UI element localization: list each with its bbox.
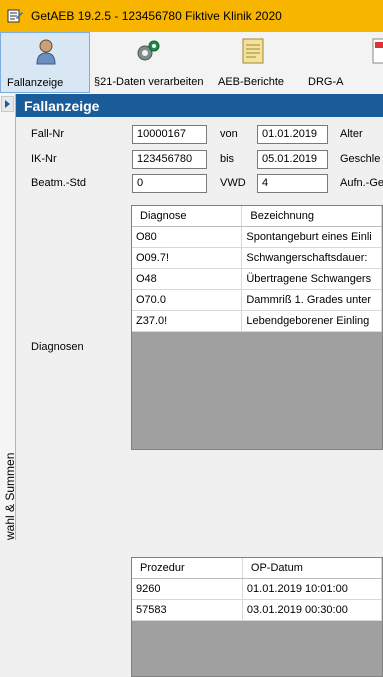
auswahl-summen-label: wahl & Summen <box>3 452 17 540</box>
prozeduren-table: Prozedur OP-Datum 9260 01.01.2019 10:01:… <box>132 558 382 621</box>
aufn-label: Aufn.-Ge <box>340 177 383 189</box>
prozeduren-grid[interactable]: Prozedur OP-Datum 9260 01.01.2019 10:01:… <box>131 557 383 677</box>
op-datum-column-header[interactable]: OP-Datum <box>242 558 382 579</box>
user-icon <box>36 39 56 65</box>
prozedur-column-header[interactable]: Prozedur <box>132 558 243 579</box>
ik-nr-field[interactable]: 123456780 <box>132 150 207 169</box>
table-row[interactable]: 9260 01.01.2019 10:01:00 <box>132 578 382 600</box>
bezeichnung-cell[interactable]: Dammriß 1. Grades unter <box>241 289 382 311</box>
diagnose-cell[interactable]: O09.7! <box>132 247 243 269</box>
bezeichnung-cell[interactable]: Schwangerschaftsdauer: <box>241 247 382 269</box>
vwd-label: VWD <box>220 177 246 189</box>
alter-label: Alter <box>340 128 363 140</box>
vwd-field[interactable]: 4 <box>257 174 328 193</box>
fallanzeige-button[interactable]: Fallanzeige <box>0 32 90 93</box>
drg-label: DRG-A <box>308 76 344 88</box>
diagnosen-grid[interactable]: Diagnose Bezeichnung O80 Spontangeburt e… <box>131 205 383 450</box>
table-row[interactable]: O48 Übertragene Schwangers <box>132 268 382 290</box>
fallanzeige-label: Fallanzeige <box>7 77 64 89</box>
report-icon <box>242 38 264 64</box>
table-row[interactable]: O70.0 Dammriß 1. Grades unter <box>132 289 382 311</box>
daten-verarbeiten-button[interactable]: §21-Daten verarbeiten <box>90 32 210 93</box>
bezeichnung-cell[interactable]: Übertragene Schwangers <box>241 268 382 290</box>
op-datum-cell[interactable]: 01.01.2019 10:01:00 <box>242 578 382 600</box>
drg-button[interactable]: DRG-A <box>296 32 383 93</box>
bis-field[interactable]: 05.01.2019 <box>257 150 328 169</box>
bis-label: bis <box>220 153 235 165</box>
table-row[interactable]: O80 Spontangeburt eines Einli <box>132 226 382 248</box>
toolbar: Fallanzeige §21-Daten verarbeiten AEB-Be… <box>0 32 383 95</box>
diagnose-column-header[interactable]: Diagnose <box>132 206 243 227</box>
bezeichnung-cell[interactable]: Spontangeburt eines Einli <box>241 226 382 248</box>
expand-button[interactable] <box>1 96 14 112</box>
app-icon <box>7 9 23 23</box>
aeb-berichte-label: AEB-Berichte <box>218 76 285 88</box>
triangle-right-icon <box>5 100 10 108</box>
window-title: GetAEB 19.2.5 - 123456780 Fiktive Klinik… <box>31 9 282 23</box>
beatm-std-label: Beatm.-Std <box>31 177 87 189</box>
diagnose-cell[interactable]: O70.0 <box>132 289 243 311</box>
daten-verarbeiten-label: §21-Daten verarbeiten <box>94 76 204 88</box>
table-row[interactable]: O09.7! Schwangerschaftsdauer: <box>132 247 382 269</box>
drg-icon <box>372 38 383 64</box>
diagnosen-label: Diagnosen <box>31 341 84 353</box>
prozedur-cell[interactable]: 9260 <box>132 578 243 600</box>
fall-nr-field[interactable]: 10000167 <box>132 125 207 144</box>
op-datum-cell[interactable]: 03.01.2019 00:30:00 <box>242 599 382 621</box>
beatm-std-field[interactable]: 0 <box>132 174 207 193</box>
diagnosen-table: Diagnose Bezeichnung O80 Spontangeburt e… <box>132 206 382 332</box>
diagnosen-header-row: Diagnose Bezeichnung <box>132 206 382 227</box>
table-row[interactable]: Z37.0! Lebendgeborener Einling <box>132 310 382 332</box>
diagnose-cell[interactable]: Z37.0! <box>132 310 243 332</box>
prozedur-cell[interactable]: 57583 <box>132 599 243 621</box>
panel-title: Fallanzeige <box>16 94 383 117</box>
diagnose-cell[interactable]: O80 <box>132 226 243 248</box>
bezeichnung-column-header[interactable]: Bezeichnung <box>241 206 382 227</box>
fall-nr-label: Fall-Nr <box>31 128 64 140</box>
bezeichnung-cell[interactable]: Lebendgeborener Einling <box>241 310 382 332</box>
fallanzeige-panel: Fall-Nr 10000167 von 01.01.2019 Alter IK… <box>16 117 383 677</box>
von-label: von <box>220 128 238 140</box>
title-bar: GetAEB 19.2.5 - 123456780 Fiktive Klinik… <box>0 0 383 32</box>
prozeduren-header-row: Prozedur OP-Datum <box>132 558 382 579</box>
table-row[interactable]: 57583 03.01.2019 00:30:00 <box>132 599 382 621</box>
ik-nr-label: IK-Nr <box>31 153 57 165</box>
aeb-berichte-button[interactable]: AEB-Berichte <box>210 32 296 93</box>
von-field[interactable]: 01.01.2019 <box>257 125 328 144</box>
geschlecht-label: Geschle <box>340 153 381 165</box>
diagnose-cell[interactable]: O48 <box>132 268 243 290</box>
gears-icon <box>137 40 160 61</box>
